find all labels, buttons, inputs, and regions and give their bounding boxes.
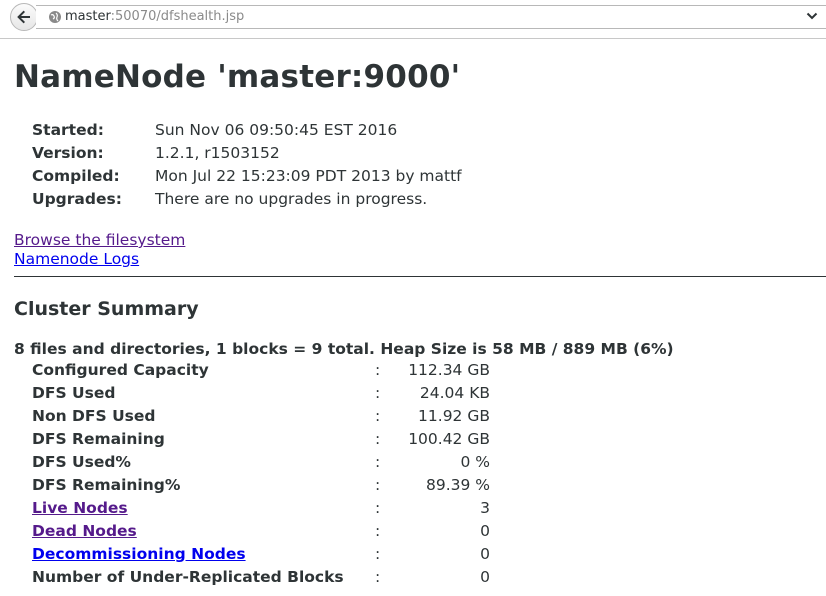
stat-separator: :	[375, 545, 381, 563]
globe-icon	[49, 11, 61, 23]
section-title: Cluster Summary	[14, 298, 199, 320]
info-key: Compiled:	[32, 167, 120, 185]
info-key: Upgrades:	[32, 190, 122, 208]
decommissioning-nodes-link[interactable]: Decommissioning Nodes	[32, 545, 246, 563]
address-bar-url[interactable]: master:50070/dfshealth.jsp	[65, 9, 244, 25]
info-value: Sun Nov 06 09:50:45 EST 2016	[155, 121, 398, 139]
stat-label: Non DFS Used	[32, 407, 156, 425]
browse-filesystem-link[interactable]: Browse the filesystem	[14, 231, 185, 250]
url-path: :50070/dfshealth.jsp	[110, 9, 245, 24]
divider	[14, 276, 826, 277]
info-key: Version:	[32, 144, 104, 162]
back-button[interactable]	[10, 3, 38, 31]
stat-label: DFS Remaining	[32, 430, 165, 448]
stat-value: 0	[480, 522, 490, 540]
stat-separator: :	[375, 568, 381, 586]
chevron-down-icon[interactable]	[806, 10, 818, 22]
info-value: 1.2.1, r1503152	[155, 144, 280, 162]
url-host: master	[65, 9, 111, 24]
cluster-stats-table: Configured Capacity : 112.34 GB DFS Used…	[32, 360, 502, 590]
stat-label: Configured Capacity	[32, 361, 209, 379]
stat-value: 89.39 %	[425, 476, 490, 494]
stat-separator: :	[375, 522, 381, 540]
namenode-logs-link[interactable]: Namenode Logs	[14, 250, 185, 269]
stat-row: Decommissioning Nodes : 0	[32, 544, 502, 567]
stat-value: 0 %	[460, 453, 490, 471]
stat-value: 24.04 KB	[419, 384, 490, 402]
stat-value: 100.42 GB	[408, 430, 490, 448]
stat-label: DFS Used%	[32, 453, 131, 471]
stat-row: DFS Remaining% : 89.39 %	[32, 475, 502, 498]
stat-label: DFS Remaining%	[32, 476, 181, 494]
stat-value: 112.34 GB	[408, 361, 490, 379]
stat-separator: :	[375, 453, 381, 471]
cluster-summary-text: 8 files and directories, 1 blocks = 9 to…	[14, 340, 674, 358]
stat-separator: :	[375, 384, 381, 402]
stat-label: DFS Used	[32, 384, 116, 402]
page-title: NameNode 'master:9000'	[14, 59, 461, 95]
stat-separator: :	[375, 430, 381, 448]
back-arrow-icon	[17, 10, 30, 24]
stat-row: Configured Capacity : 112.34 GB	[32, 360, 502, 383]
stat-label: Number of Under-Replicated Blocks	[32, 568, 344, 586]
stat-value: 3	[480, 499, 490, 517]
stat-value: 11.92 GB	[418, 407, 490, 425]
stat-label-link-wrap: Dead Nodes	[32, 521, 137, 542]
stat-row: Dead Nodes : 0	[32, 521, 502, 544]
stat-row: DFS Remaining : 100.42 GB	[32, 429, 502, 452]
dead-nodes-link[interactable]: Dead Nodes	[32, 522, 137, 540]
stat-row: Live Nodes : 3	[32, 498, 502, 521]
page-links: Browse the filesystem Namenode Logs	[14, 231, 185, 269]
stat-separator: :	[375, 407, 381, 425]
stat-row: DFS Used% : 0 %	[32, 452, 502, 475]
live-nodes-link[interactable]: Live Nodes	[32, 499, 128, 517]
stat-value: 0	[480, 545, 490, 563]
stat-row: Number of Under-Replicated Blocks : 0	[32, 567, 502, 590]
stat-label-link-wrap: Decommissioning Nodes	[32, 544, 246, 565]
stat-separator: :	[375, 476, 381, 494]
stat-row: DFS Used : 24.04 KB	[32, 383, 502, 406]
stat-label-link-wrap: Live Nodes	[32, 498, 128, 519]
browser-toolbar: master:50070/dfshealth.jsp	[0, 0, 826, 39]
stat-row: Non DFS Used : 11.92 GB	[32, 406, 502, 429]
stat-separator: :	[375, 499, 381, 517]
info-value: Mon Jul 22 15:23:09 PDT 2013 by mattf	[155, 167, 462, 185]
stat-value: 0	[480, 568, 490, 586]
stat-separator: :	[375, 361, 381, 379]
info-value: There are no upgrades in progress.	[155, 190, 428, 208]
info-key: Started:	[32, 121, 104, 139]
